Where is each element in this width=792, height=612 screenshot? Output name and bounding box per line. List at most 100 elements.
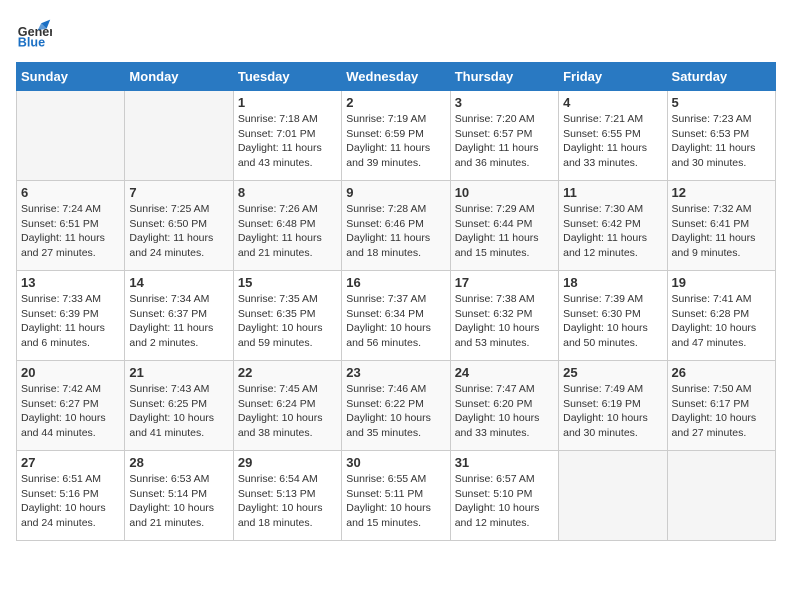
day-info: Sunrise: 7:35 AMSunset: 6:35 PMDaylight:… xyxy=(238,292,337,351)
day-number: 17 xyxy=(455,275,554,290)
calendar-cell: 29 Sunrise: 6:54 AMSunset: 5:13 PMDayligh… xyxy=(233,451,341,541)
calendar-cell: 12 Sunrise: 7:32 AMSunset: 6:41 PMDayligh… xyxy=(667,181,775,271)
day-number: 4 xyxy=(563,95,662,110)
calendar-cell: 27Sunrise: 6:51 AMSunset: 5:16 PMDayligh… xyxy=(17,451,125,541)
calendar-cell: 19 Sunrise: 7:41 AMSunset: 6:28 PMDayligh… xyxy=(667,271,775,361)
calendar-cell: 23 Sunrise: 7:46 AMSunset: 6:22 PMDayligh… xyxy=(342,361,450,451)
day-info: Sunrise: 7:38 AMSunset: 6:32 PMDaylight:… xyxy=(455,292,554,351)
col-header-thursday: Thursday xyxy=(450,63,558,91)
calendar-cell: 28 Sunrise: 6:53 AMSunset: 5:14 PMDayligh… xyxy=(125,451,233,541)
day-info: Sunrise: 7:34 AMSunset: 6:37 PMDaylight:… xyxy=(129,292,228,351)
calendar-cell: 3 Sunrise: 7:20 AMSunset: 6:57 PMDaylight… xyxy=(450,91,558,181)
calendar-table: SundayMondayTuesdayWednesdayThursdayFrid… xyxy=(16,62,776,541)
col-header-tuesday: Tuesday xyxy=(233,63,341,91)
calendar-cell xyxy=(125,91,233,181)
col-header-sunday: Sunday xyxy=(17,63,125,91)
calendar-cell: 16 Sunrise: 7:37 AMSunset: 6:34 PMDayligh… xyxy=(342,271,450,361)
calendar-cell: 24Sunrise: 7:47 AMSunset: 6:20 PMDayligh… xyxy=(450,361,558,451)
logo-icon: General Blue xyxy=(16,16,52,52)
day-info: Sunrise: 6:51 AMSunset: 5:16 PMDaylight:… xyxy=(21,472,120,531)
day-info: Sunrise: 7:37 AMSunset: 6:34 PMDaylight:… xyxy=(346,292,445,351)
day-info: Sunrise: 7:28 AMSunset: 6:46 PMDaylight:… xyxy=(346,202,445,261)
day-info: Sunrise: 7:50 AMSunset: 6:17 PMDaylight:… xyxy=(672,382,771,441)
day-number: 29 xyxy=(238,455,337,470)
col-header-wednesday: Wednesday xyxy=(342,63,450,91)
day-info: Sunrise: 7:19 AMSunset: 6:59 PMDaylight:… xyxy=(346,112,445,171)
day-info: Sunrise: 7:25 AMSunset: 6:50 PMDaylight:… xyxy=(129,202,228,261)
day-number: 9 xyxy=(346,185,445,200)
calendar-week-1: 1Sunrise: 7:18 AMSunset: 7:01 PMDaylight… xyxy=(17,91,776,181)
day-number: 13 xyxy=(21,275,120,290)
day-number: 21 xyxy=(129,365,228,380)
calendar-cell: 30 Sunrise: 6:55 AMSunset: 5:11 PMDayligh… xyxy=(342,451,450,541)
calendar-cell: 25 Sunrise: 7:49 AMSunset: 6:19 PMDayligh… xyxy=(559,361,667,451)
calendar-cell: 13 Sunrise: 7:33 AMSunset: 6:39 PMDayligh… xyxy=(17,271,125,361)
day-info: Sunrise: 6:57 AMSunset: 5:10 PMDaylight:… xyxy=(455,472,554,531)
day-info: Sunrise: 7:20 AMSunset: 6:57 PMDaylight:… xyxy=(455,112,554,171)
day-info: Sunrise: 6:55 AMSunset: 5:11 PMDaylight:… xyxy=(346,472,445,531)
day-info: Sunrise: 7:23 AMSunset: 6:53 PMDaylight:… xyxy=(672,112,771,171)
col-header-monday: Monday xyxy=(125,63,233,91)
day-number: 25 xyxy=(563,365,662,380)
day-number: 20 xyxy=(21,365,120,380)
day-number: 2 xyxy=(346,95,445,110)
day-number: 23 xyxy=(346,365,445,380)
calendar-week-4: 20 Sunrise: 7:42 AMSunset: 6:27 PMDayligh… xyxy=(17,361,776,451)
day-number: 14 xyxy=(129,275,228,290)
calendar-cell: 22 Sunrise: 7:45 AMSunset: 6:24 PMDayligh… xyxy=(233,361,341,451)
day-number: 31 xyxy=(455,455,554,470)
day-info: Sunrise: 7:30 AMSunset: 6:42 PMDaylight:… xyxy=(563,202,662,261)
calendar-week-5: 27Sunrise: 6:51 AMSunset: 5:16 PMDayligh… xyxy=(17,451,776,541)
calendar-cell: 8Sunrise: 7:26 AMSunset: 6:48 PMDaylight… xyxy=(233,181,341,271)
calendar-cell: 9 Sunrise: 7:28 AMSunset: 6:46 PMDaylight… xyxy=(342,181,450,271)
col-header-friday: Friday xyxy=(559,63,667,91)
calendar-cell: 18 Sunrise: 7:39 AMSunset: 6:30 PMDayligh… xyxy=(559,271,667,361)
day-info: Sunrise: 7:49 AMSunset: 6:19 PMDaylight:… xyxy=(563,382,662,441)
svg-text:Blue: Blue xyxy=(18,36,45,50)
calendar-cell: 14 Sunrise: 7:34 AMSunset: 6:37 PMDayligh… xyxy=(125,271,233,361)
day-info: Sunrise: 7:47 AMSunset: 6:20 PMDaylight:… xyxy=(455,382,554,441)
day-info: Sunrise: 7:45 AMSunset: 6:24 PMDaylight:… xyxy=(238,382,337,441)
day-number: 30 xyxy=(346,455,445,470)
day-number: 22 xyxy=(238,365,337,380)
day-info: Sunrise: 7:21 AMSunset: 6:55 PMDaylight:… xyxy=(563,112,662,171)
day-info: Sunrise: 7:42 AMSunset: 6:27 PMDaylight:… xyxy=(21,382,120,441)
day-info: Sunrise: 7:29 AMSunset: 6:44 PMDaylight:… xyxy=(455,202,554,261)
day-info: Sunrise: 7:32 AMSunset: 6:41 PMDaylight:… xyxy=(672,202,771,261)
calendar-cell xyxy=(17,91,125,181)
day-number: 8 xyxy=(238,185,337,200)
day-info: Sunrise: 7:18 AMSunset: 7:01 PMDaylight:… xyxy=(238,112,337,171)
day-info: Sunrise: 7:43 AMSunset: 6:25 PMDaylight:… xyxy=(129,382,228,441)
day-number: 19 xyxy=(672,275,771,290)
page-header: General Blue xyxy=(16,16,776,52)
day-number: 18 xyxy=(563,275,662,290)
day-number: 11 xyxy=(563,185,662,200)
day-number: 16 xyxy=(346,275,445,290)
calendar-cell xyxy=(667,451,775,541)
calendar-cell: 1Sunrise: 7:18 AMSunset: 7:01 PMDaylight… xyxy=(233,91,341,181)
calendar-cell: 26Sunrise: 7:50 AMSunset: 6:17 PMDayligh… xyxy=(667,361,775,451)
calendar-week-3: 13 Sunrise: 7:33 AMSunset: 6:39 PMDayligh… xyxy=(17,271,776,361)
calendar-cell: 31 Sunrise: 6:57 AMSunset: 5:10 PMDayligh… xyxy=(450,451,558,541)
day-number: 10 xyxy=(455,185,554,200)
day-info: Sunrise: 7:41 AMSunset: 6:28 PMDaylight:… xyxy=(672,292,771,351)
day-info: Sunrise: 6:54 AMSunset: 5:13 PMDaylight:… xyxy=(238,472,337,531)
day-info: Sunrise: 6:53 AMSunset: 5:14 PMDaylight:… xyxy=(129,472,228,531)
day-info: Sunrise: 7:46 AMSunset: 6:22 PMDaylight:… xyxy=(346,382,445,441)
day-info: Sunrise: 7:24 AMSunset: 6:51 PMDaylight:… xyxy=(21,202,120,261)
calendar-cell: 2 Sunrise: 7:19 AMSunset: 6:59 PMDaylight… xyxy=(342,91,450,181)
calendar-cell xyxy=(559,451,667,541)
day-number: 28 xyxy=(129,455,228,470)
logo: General Blue xyxy=(16,16,56,52)
day-number: 3 xyxy=(455,95,554,110)
col-header-saturday: Saturday xyxy=(667,63,775,91)
calendar-cell: 6Sunrise: 7:24 AMSunset: 6:51 PMDaylight… xyxy=(17,181,125,271)
day-info: Sunrise: 7:39 AMSunset: 6:30 PMDaylight:… xyxy=(563,292,662,351)
day-number: 7 xyxy=(129,185,228,200)
calendar-cell: 4 Sunrise: 7:21 AMSunset: 6:55 PMDaylight… xyxy=(559,91,667,181)
day-number: 12 xyxy=(672,185,771,200)
day-number: 5 xyxy=(672,95,771,110)
calendar-cell: 17 Sunrise: 7:38 AMSunset: 6:32 PMDayligh… xyxy=(450,271,558,361)
day-info: Sunrise: 7:33 AMSunset: 6:39 PMDaylight:… xyxy=(21,292,120,351)
calendar-cell: 11 Sunrise: 7:30 AMSunset: 6:42 PMDayligh… xyxy=(559,181,667,271)
